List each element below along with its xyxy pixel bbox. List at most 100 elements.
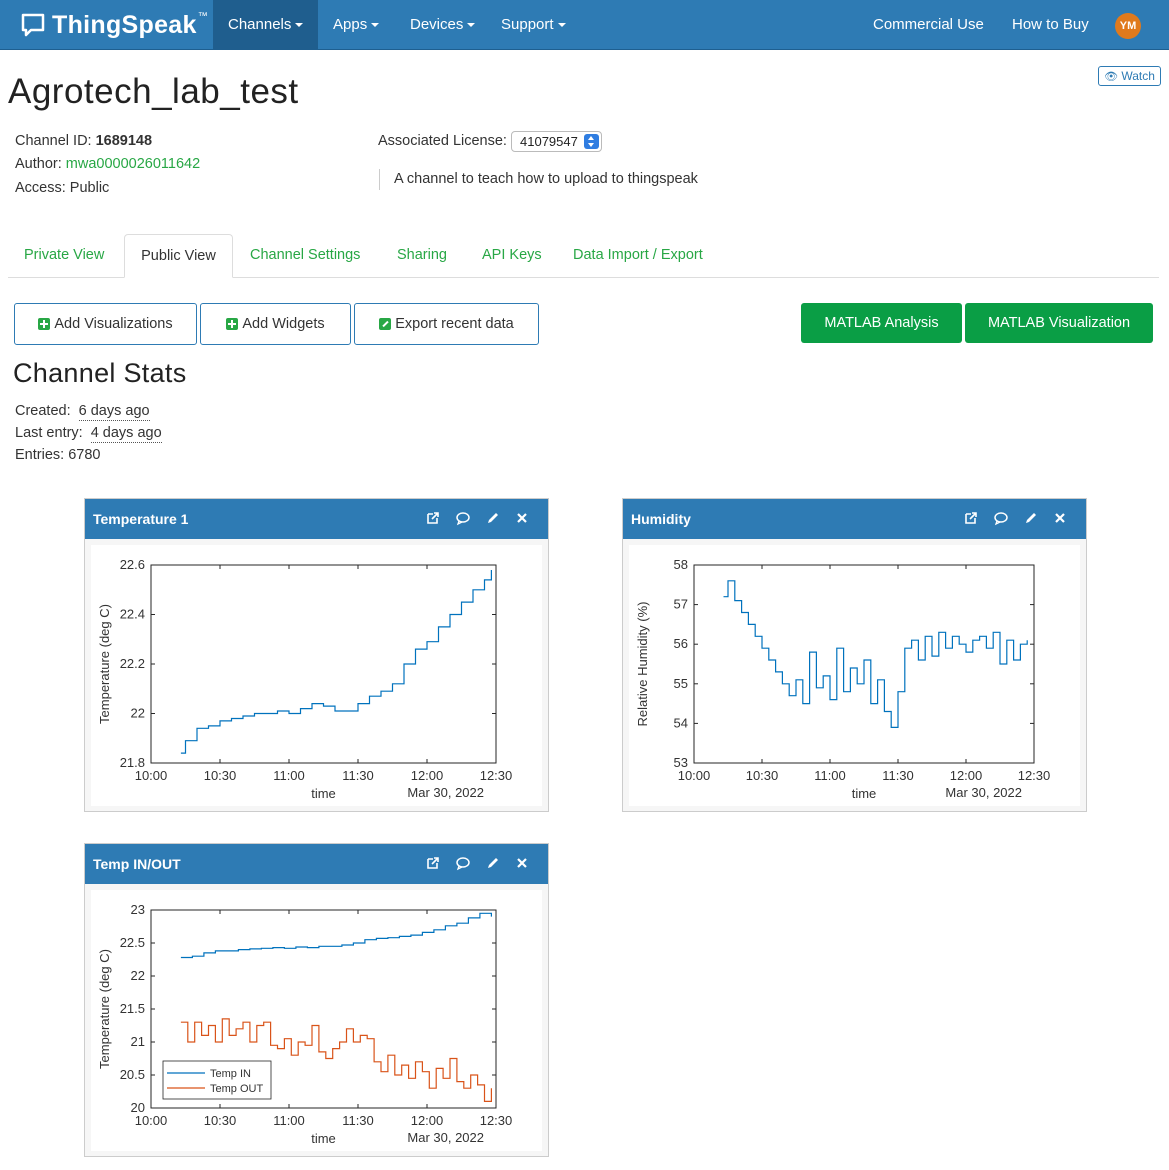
watch-button[interactable]: 👁 Watch: [1098, 66, 1161, 86]
channel-id-label: Channel ID:: [15, 133, 92, 149]
nav-how-to-buy-link[interactable]: How to Buy: [997, 0, 1104, 50]
close-icon[interactable]: [514, 855, 530, 871]
legend-label: Temp OUT: [210, 1083, 263, 1095]
x-axis-label: time: [852, 786, 877, 801]
x-axis-label: time: [311, 786, 336, 801]
nav-support-menu[interactable]: Support: [486, 0, 581, 50]
x-tick-label: 12:30: [480, 768, 513, 783]
stat-last-entry-value: 4 days ago: [90, 425, 162, 443]
x-tick-label: 11:00: [273, 768, 305, 783]
y-tick-label: 54: [674, 715, 688, 730]
nav-channels-menu[interactable]: Channels: [213, 0, 319, 50]
trademark-symbol: ™: [197, 11, 208, 22]
nav-apps-label: Apps: [333, 16, 368, 33]
widget-humidity: Humidity 10:00 10:30 11:00 11:30 12:00 12:30 5…: [622, 498, 1087, 812]
tab-sharing[interactable]: Sharing: [397, 247, 447, 263]
export-recent-data-label: Export recent data: [395, 316, 514, 332]
y-tick-label: 20: [131, 1100, 145, 1115]
humidity-chart: 10:00 10:30 11:00 11:30 12:00 12:30 53 54 55 56 57…: [635, 557, 1051, 801]
matlab-analysis-button[interactable]: MATLAB Analysis: [801, 303, 962, 343]
matlab-visualization-button[interactable]: MATLAB Visualization: [965, 303, 1153, 343]
x-tick-label: 12:30: [1018, 768, 1051, 783]
stat-created-value: 6 days ago: [78, 403, 150, 421]
x-axis-label: time: [311, 1131, 336, 1146]
widget-temp-in-out: Temp IN/OUT 10:00 10:30 11:00 11:30 12:00 12:…: [84, 843, 549, 1157]
channel-stats-heading: Channel Stats: [13, 358, 187, 388]
speech-bubble-logo-icon: [21, 13, 45, 37]
stat-entries: Entries: 6780: [15, 447, 100, 463]
x-tick-label: 12:00: [950, 768, 983, 783]
widget-temperature-1: Temperature 1 10:00 10:30 11:00 11:30 12:00 1…: [84, 498, 549, 812]
access-value: Public: [69, 180, 110, 196]
brand-name: ThingSpeak: [52, 10, 197, 39]
close-icon[interactable]: [1052, 510, 1068, 526]
open-external-icon[interactable]: [425, 855, 441, 871]
y-tick-label: 57: [674, 597, 688, 612]
y-tick-label: 23: [131, 902, 145, 917]
date-label: Mar 30, 2022: [407, 785, 484, 800]
widget-title: Humidity: [631, 511, 691, 527]
open-external-icon[interactable]: [963, 510, 979, 526]
x-tick-label: 10:00: [678, 768, 711, 783]
y-tick-label: 22.4: [120, 607, 145, 622]
y-tick-label: 22.2: [120, 656, 145, 671]
comment-icon[interactable]: [455, 855, 471, 871]
y-tick-label: 22.5: [120, 935, 145, 950]
access-row: Access: Public: [15, 180, 109, 196]
nav-devices-menu[interactable]: Devices: [395, 0, 490, 50]
tab-private-view[interactable]: Private View: [24, 247, 104, 263]
stat-last-entry: Last entry: 4 days ago: [15, 425, 162, 443]
close-icon[interactable]: [514, 510, 530, 526]
add-visualizations-label: Add Visualizations: [54, 316, 173, 332]
pencil-edit-icon[interactable]: [485, 510, 501, 526]
temp-in-out-chart: 10:00 10:30 11:00 11:30 12:00 12:30 20 20.5 21 21…: [97, 902, 512, 1146]
pencil-edit-icon[interactable]: [1023, 510, 1039, 526]
plus-square-icon: [226, 318, 239, 330]
y-tick-label: 22: [131, 968, 145, 983]
export-recent-data-button[interactable]: Export recent data: [354, 303, 539, 345]
open-external-icon[interactable]: [425, 510, 441, 526]
user-avatar[interactable]: YM: [1115, 13, 1141, 39]
plus-square-icon: [38, 318, 51, 330]
channel-id-row: Channel ID: 1689148: [15, 133, 152, 149]
y-tick-label: 22.6: [120, 557, 145, 572]
thingspeak-logo[interactable]: ThingSpeak ™: [20, 8, 208, 42]
y-axis-label: Temperature (deg C): [97, 604, 112, 724]
widget-title: Temp IN/OUT: [93, 856, 181, 872]
x-tick-label: 11:30: [342, 1113, 374, 1128]
access-label: Access:: [15, 180, 66, 196]
x-tick-label: 12:00: [411, 768, 444, 783]
comment-icon[interactable]: [455, 510, 471, 526]
tab-channel-settings[interactable]: Channel Settings: [250, 247, 360, 263]
date-label: Mar 30, 2022: [407, 1130, 484, 1145]
widget-header: Humidity: [623, 499, 1086, 539]
legend-label: Temp IN: [210, 1068, 251, 1080]
pencil-edit-icon[interactable]: [485, 855, 501, 871]
author-row: Author: mwa0000026011642: [15, 156, 200, 172]
add-widgets-button[interactable]: Add Widgets: [200, 303, 351, 345]
nav-devices-label: Devices: [410, 16, 464, 33]
tab-api-keys[interactable]: API Keys: [482, 247, 542, 263]
x-tick-label: 12:00: [411, 1113, 444, 1128]
tab-data-import-export[interactable]: Data Import / Export: [573, 247, 703, 263]
x-tick-label: 10:30: [204, 768, 237, 783]
stat-entries-label: Entries:: [15, 447, 65, 463]
eye-icon: 👁: [1104, 71, 1119, 83]
y-tick-label: 21.8: [120, 755, 145, 770]
license-value: 41079547: [520, 134, 578, 149]
nav-apps-menu[interactable]: Apps: [318, 0, 394, 50]
add-visualizations-button[interactable]: Add Visualizations: [14, 303, 197, 345]
y-tick-label: 20.5: [120, 1067, 145, 1082]
x-tick-label: 11:30: [342, 768, 374, 783]
comment-icon[interactable]: [993, 510, 1009, 526]
channel-description: A channel to teach how to upload to thin…: [379, 169, 698, 190]
nav-commercial-use-link[interactable]: Commercial Use: [858, 0, 999, 50]
author-link[interactable]: mwa0000026011642: [66, 156, 200, 172]
tab-public-view[interactable]: Public View: [124, 234, 233, 278]
top-navbar: ThingSpeak ™ Channels Apps Devices Suppor…: [0, 0, 1169, 50]
x-tick-label: 10:30: [204, 1113, 237, 1128]
x-tick-label: 11:00: [814, 768, 846, 783]
widget-header: Temperature 1: [85, 499, 548, 539]
select-arrows-icon: [584, 134, 599, 149]
license-select[interactable]: 41079547: [511, 131, 602, 152]
